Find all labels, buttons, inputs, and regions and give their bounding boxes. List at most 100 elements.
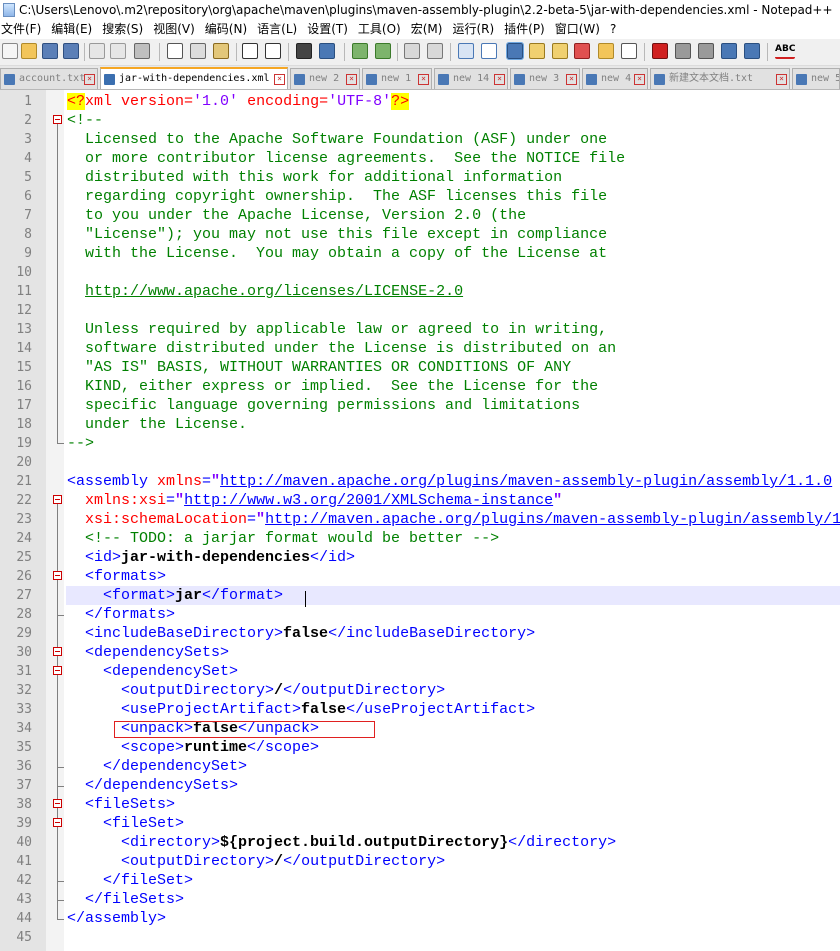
code-editor[interactable]: 1 <?xml version='1.0' encoding='UTF-8'?> 2… xyxy=(0,90,840,951)
menu-item[interactable]: 宏(M) xyxy=(410,20,448,39)
close-tab-icon[interactable]: × xyxy=(776,74,787,85)
macro-save-icon[interactable] xyxy=(744,43,760,59)
zoom-out-icon[interactable] xyxy=(375,43,391,59)
code-line[interactable]: 9 with the License. You may obtain a cop… xyxy=(0,244,840,263)
menu-item[interactable]: 窗口(W) xyxy=(554,20,605,39)
code-line[interactable]: 22 xmlns:xsi="http://www.w3.org/2001/XML… xyxy=(0,491,840,510)
code-line[interactable]: 32 <outputDirectory>/</outputDirectory> xyxy=(0,681,840,700)
close-tab-icon[interactable]: × xyxy=(418,74,429,85)
paste-icon[interactable] xyxy=(213,43,229,59)
code-line[interactable]: 17 specific language governing permissio… xyxy=(0,396,840,415)
menu-item[interactable]: 插件(P) xyxy=(503,20,550,39)
code-line[interactable]: 40 <directory>${project.build.outputDire… xyxy=(0,833,840,852)
file-tab[interactable]: jar-with-dependencies.xml × xyxy=(100,67,288,89)
close-tab-icon[interactable]: × xyxy=(84,74,95,85)
file-tab[interactable]: new 4 × xyxy=(582,68,648,89)
sync-vertical-icon[interactable] xyxy=(404,43,420,59)
code-line[interactable]: 12 xyxy=(0,301,840,320)
close-all-icon[interactable] xyxy=(110,43,126,59)
code-line[interactable]: 45 xyxy=(0,928,840,947)
redo-icon[interactable] xyxy=(265,43,281,59)
code-line[interactable]: 5 distributed with this work for additio… xyxy=(0,168,840,187)
user-lang-icon[interactable] xyxy=(529,43,545,59)
save-all-icon[interactable] xyxy=(63,43,79,59)
code-token[interactable]: http://www.apache.org/licenses/LICENSE-2… xyxy=(85,283,463,300)
close-tab-icon[interactable]: × xyxy=(494,74,505,85)
code-line[interactable]: 11 http://www.apache.org/licenses/LICENS… xyxy=(0,282,840,301)
menu-item[interactable]: 视图(V) xyxy=(152,20,200,39)
undo-icon[interactable] xyxy=(242,43,258,59)
replace-icon[interactable] xyxy=(319,43,335,59)
code-line[interactable]: 33 <useProjectArtifact>false</useProject… xyxy=(0,700,840,719)
code-line[interactable]: 35 <scope>runtime</scope> xyxy=(0,738,840,757)
code-line[interactable]: 28 </formats> xyxy=(0,605,840,624)
macro-play-multiple-icon[interactable] xyxy=(721,43,737,59)
fold-toggle-icon[interactable] xyxy=(53,115,62,124)
monitor-icon[interactable] xyxy=(621,43,637,59)
code-line[interactable]: 7 to you under the Apache License, Versi… xyxy=(0,206,840,225)
doc-map-icon[interactable] xyxy=(552,43,568,59)
code-line[interactable]: 3 Licensed to the Apache Software Founda… xyxy=(0,130,840,149)
menu-item[interactable]: 语言(L) xyxy=(256,20,302,39)
fold-toggle-icon[interactable] xyxy=(53,571,62,580)
word-wrap-icon[interactable] xyxy=(458,43,474,59)
menu-item[interactable]: 工具(O) xyxy=(357,20,406,39)
code-line[interactable]: 26 <formats> xyxy=(0,567,840,586)
zoom-in-icon[interactable] xyxy=(352,43,368,59)
fold-toggle-icon[interactable] xyxy=(53,495,62,504)
code-line[interactable]: 27 <format>jar</format> xyxy=(16,586,840,605)
code-line[interactable]: 31 <dependencySet> xyxy=(0,662,840,681)
code-line[interactable]: 39 <fileSet> xyxy=(0,814,840,833)
code-line[interactable]: 29 <includeBaseDirectory>false</includeB… xyxy=(0,624,840,643)
macro-record-icon[interactable] xyxy=(652,43,668,59)
close-tab-icon[interactable]: × xyxy=(346,74,357,85)
code-line[interactable]: 21 <assembly xmlns="http://maven.apache.o… xyxy=(0,472,840,491)
fold-toggle-icon[interactable] xyxy=(53,647,62,656)
file-tab[interactable]: new 3 × xyxy=(510,68,580,89)
file-tab[interactable]: new 2 × xyxy=(290,68,360,89)
code-line[interactable]: 25 <id>jar-with-dependencies</id> xyxy=(0,548,840,567)
macro-play-icon[interactable] xyxy=(698,43,714,59)
code-line[interactable]: 14 software distributed under the Licens… xyxy=(0,339,840,358)
menu-item[interactable]: ? xyxy=(609,20,621,39)
close-tab-icon[interactable]: × xyxy=(634,74,645,85)
close-file-icon[interactable] xyxy=(89,43,105,59)
code-line[interactable]: 20 xyxy=(0,453,840,472)
file-tab[interactable]: new 14 × xyxy=(434,68,508,89)
fold-toggle-icon[interactable] xyxy=(53,666,62,675)
menu-item[interactable]: 编码(N) xyxy=(204,20,252,39)
menu-item[interactable]: 编辑(E) xyxy=(50,20,97,39)
indent-guide-icon[interactable] xyxy=(506,42,524,60)
macro-stop-icon[interactable] xyxy=(675,43,691,59)
copy-icon[interactable] xyxy=(190,43,206,59)
code-line[interactable]: 41 <outputDirectory>/</outputDirectory> xyxy=(0,852,840,871)
code-line[interactable]: 37 </dependencySets> xyxy=(0,776,840,795)
print-icon[interactable] xyxy=(134,43,150,59)
file-tab[interactable]: new 5 xyxy=(792,68,840,89)
fold-toggle-icon[interactable] xyxy=(53,799,62,808)
code-line[interactable]: 1 <?xml version='1.0' encoding='UTF-8'?> xyxy=(0,92,840,111)
show-all-chars-icon[interactable] xyxy=(481,43,497,59)
code-token[interactable]: http://maven.apache.org/plugins/maven-as… xyxy=(220,473,832,490)
menu-item[interactable]: 文件(F) xyxy=(0,20,46,39)
menu-item[interactable]: 搜索(S) xyxy=(101,20,148,39)
close-tab-icon[interactable]: × xyxy=(566,74,577,85)
code-line[interactable]: 15 "AS IS" BASIS, WITHOUT WARRANTIES OR … xyxy=(0,358,840,377)
new-file-icon[interactable] xyxy=(2,43,18,59)
code-line[interactable]: 43 </fileSets> xyxy=(0,890,840,909)
code-line[interactable]: 19 --> xyxy=(0,434,840,453)
file-tab[interactable]: 新建文本文档.txt × xyxy=(650,68,790,89)
code-line[interactable]: 36 </dependencySet> xyxy=(0,757,840,776)
code-line[interactable]: 38 <fileSets> xyxy=(0,795,840,814)
close-tab-icon[interactable]: × xyxy=(274,74,285,85)
find-icon[interactable] xyxy=(296,43,312,59)
code-line[interactable]: 24 <!-- TODO: a jarjar format would be b… xyxy=(0,529,840,548)
open-file-icon[interactable] xyxy=(21,43,37,59)
code-line[interactable]: 6 regarding copyright ownership. The ASF… xyxy=(0,187,840,206)
menu-item[interactable]: 设置(T) xyxy=(306,20,353,39)
sync-horizontal-icon[interactable] xyxy=(427,43,443,59)
code-line[interactable]: 18 under the License. xyxy=(0,415,840,434)
code-line[interactable]: 16 KIND, either express or implied. See … xyxy=(0,377,840,396)
file-tab[interactable]: account.txt × xyxy=(0,68,98,89)
file-tab[interactable]: new 1 × xyxy=(362,68,432,89)
